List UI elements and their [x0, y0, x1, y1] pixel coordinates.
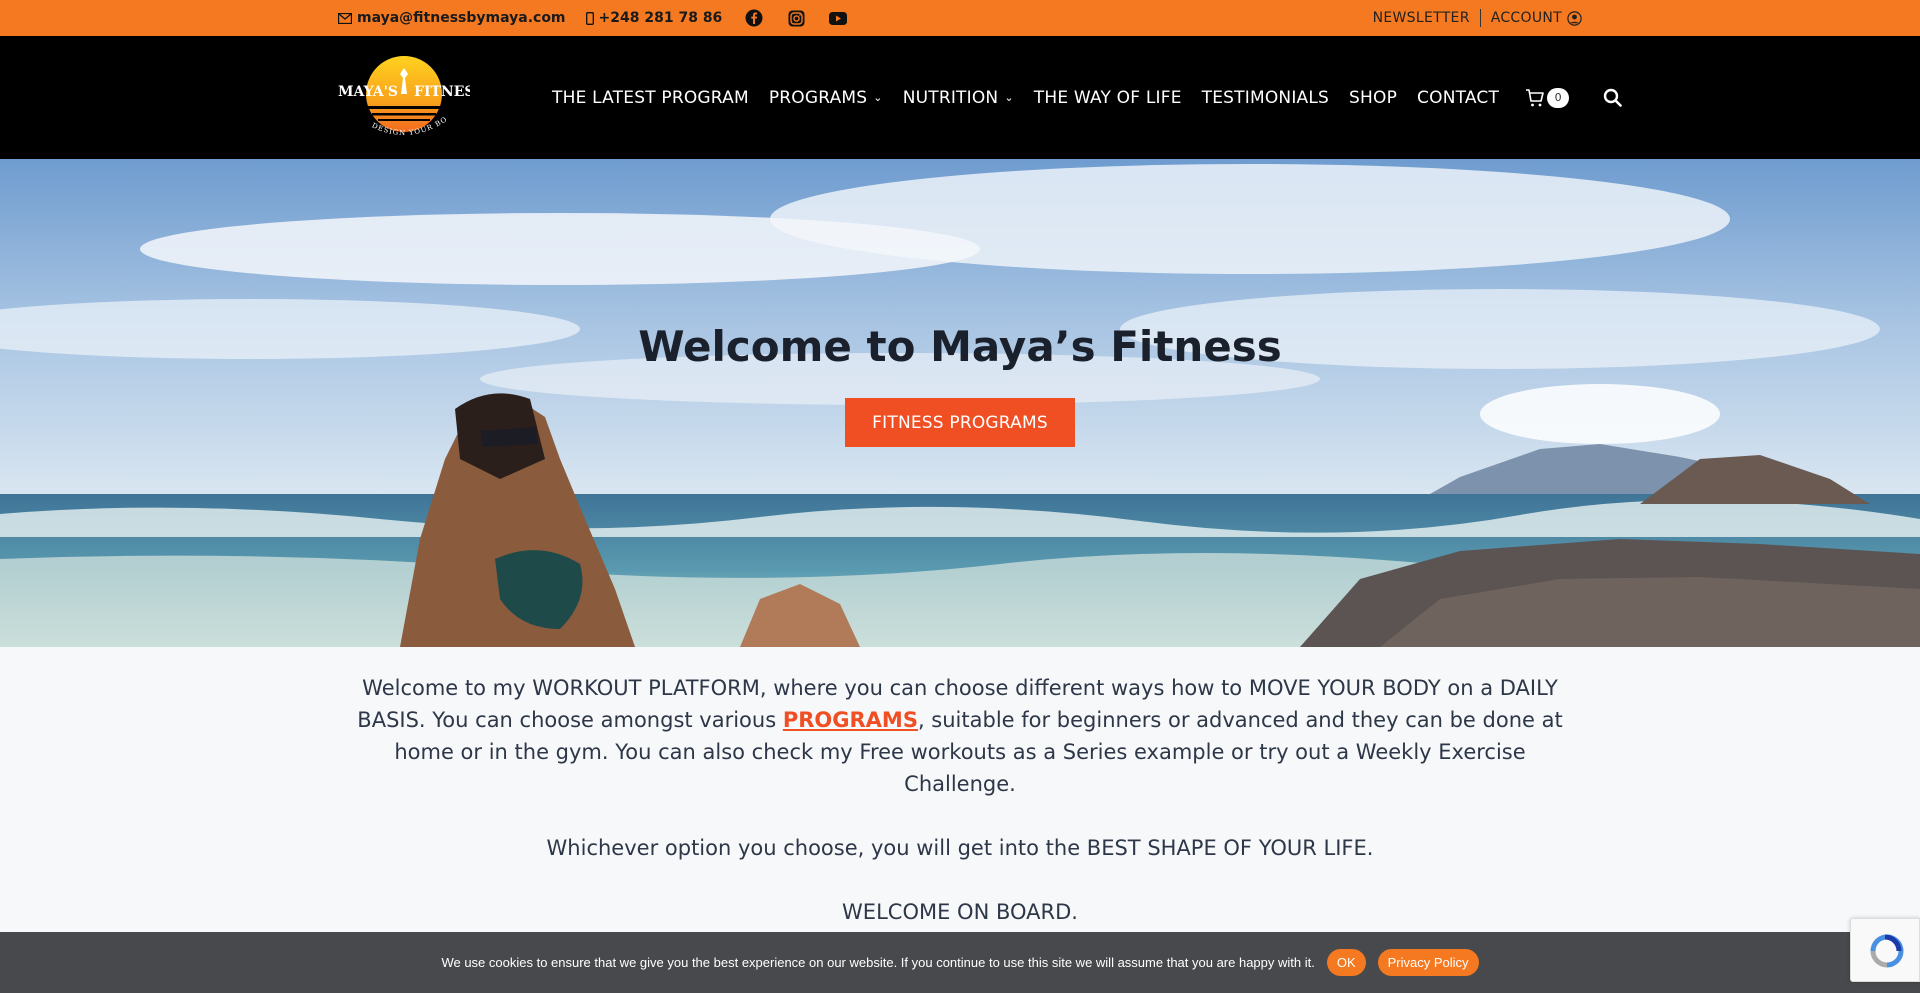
site-header: MAYA'S FITNESS DESIGN YOUR BODY THE LATE… [0, 36, 1920, 159]
nav-shop[interactable]: SHOP [1349, 88, 1397, 108]
main-nav: THE LATEST PROGRAM PROGRAMS ⌄ NUTRITION ⌄ … [552, 36, 1622, 159]
top-bar: maya@fitnessbymaya.com +248 281 78 86 NE… [0, 0, 1920, 36]
instagram-icon[interactable] [786, 8, 806, 28]
facebook-icon[interactable] [744, 8, 764, 28]
chevron-down-icon: ⌄ [873, 91, 883, 104]
nav-nutrition[interactable]: NUTRITION ⌄ [903, 88, 1014, 108]
nav-testimonials[interactable]: TESTIMONIALS [1202, 88, 1329, 108]
cart-button[interactable]: 0 [1525, 87, 1570, 108]
intro-shape-line: Whichever option you choose, you will ge… [546, 836, 1374, 860]
youtube-icon[interactable] [828, 8, 848, 28]
email-text: maya@fitnessbymaya.com [357, 10, 566, 26]
nav-label: THE LATEST PROGRAM [552, 87, 749, 108]
nav-label: NUTRITION [902, 87, 999, 108]
nav-label: SHOP [1349, 87, 1398, 108]
phone-link[interactable]: +248 281 78 86 [585, 10, 723, 26]
nav-latest-program[interactable]: THE LATEST PROGRAM [552, 88, 749, 108]
nav-label: THE WAY OF LIFE [1033, 87, 1182, 108]
privacy-policy-button[interactable]: Privacy Policy [1377, 949, 1479, 976]
svg-text:FITNESS: FITNESS [414, 84, 470, 100]
mail-icon [338, 12, 352, 24]
user-icon [1567, 10, 1582, 26]
phone-text: +248 281 78 86 [598, 10, 723, 26]
nav-label: TESTIMONIALS [1201, 87, 1330, 108]
programs-link[interactable]: PROGRAMS [783, 708, 918, 732]
divider [1479, 9, 1481, 27]
phone-icon [585, 11, 594, 25]
nav-way-of-life[interactable]: THE WAY OF LIFE [1034, 88, 1182, 108]
cart-count-badge: 0 [1547, 87, 1570, 108]
recaptcha-badge [1850, 918, 1920, 982]
intro-section: Welcome to my WORKOUT PLATFORM, where yo… [338, 672, 1582, 960]
svg-text:MAYA'S: MAYA'S [338, 84, 398, 100]
email-link[interactable]: maya@fitnessbymaya.com [338, 10, 566, 26]
nav-label: CONTACT [1417, 87, 1500, 108]
nav-label: PROGRAMS [768, 87, 868, 108]
search-icon [1603, 88, 1622, 107]
hero-title: Welcome to Maya’s Fitness [638, 322, 1282, 371]
newsletter-link[interactable]: NEWSLETTER [1373, 10, 1470, 26]
intro-paragraph: Welcome to my WORKOUT PLATFORM, where yo… [338, 672, 1582, 800]
site-logo[interactable]: MAYA'S FITNESS DESIGN YOUR BODY [334, 48, 484, 142]
intro-welcome-line: WELCOME ON BOARD. [842, 900, 1078, 924]
nav-contact[interactable]: CONTACT [1417, 88, 1499, 108]
cookie-ok-button[interactable]: OK [1326, 949, 1366, 976]
cookie-message: We use cookies to ensure that we give yo… [441, 955, 1315, 970]
chevron-down-icon: ⌄ [1004, 91, 1014, 104]
hero-section: Welcome to Maya’s Fitness FITNESS PROGRA… [0, 159, 1920, 647]
nav-programs[interactable]: PROGRAMS ⌄ [769, 88, 883, 108]
newsletter-label: NEWSLETTER [1372, 10, 1470, 26]
search-button[interactable] [1603, 88, 1622, 107]
account-link[interactable]: ACCOUNT [1491, 10, 1582, 26]
fitness-programs-button[interactable]: FITNESS PROGRAMS [845, 398, 1075, 447]
account-label: ACCOUNT [1490, 10, 1562, 26]
cart-icon [1526, 88, 1544, 106]
cookie-notice: We use cookies to ensure that we give yo… [0, 932, 1920, 993]
recaptcha-icon [1870, 934, 1904, 968]
